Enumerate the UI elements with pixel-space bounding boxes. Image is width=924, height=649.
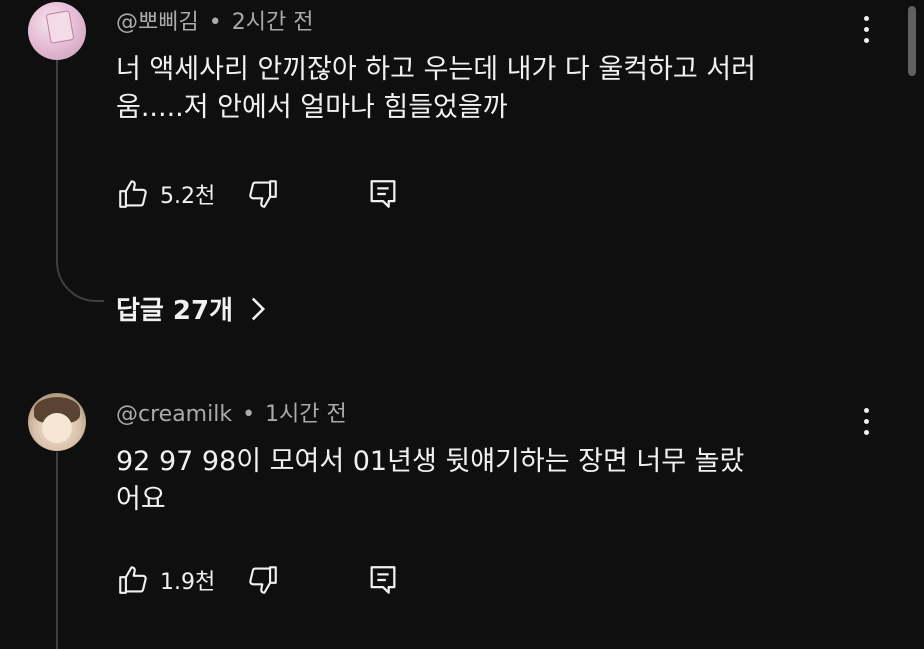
dislike-button[interactable] [246, 560, 280, 600]
thread-line [56, 60, 58, 264]
more-vertical-icon[interactable] [856, 404, 876, 440]
like-button[interactable]: 1.9천 [116, 560, 215, 600]
comment-text-line: 움.....저 안에서 얼마나 힘들었을까 [116, 92, 508, 123]
comment-meta: @creamilk • 1시간 전 [116, 396, 347, 428]
thumbs-down-icon [249, 566, 277, 594]
comment-text: 너 액세사리 안끼잖아 하고 우는데 내가 다 울컥하고 서러 움.....저 … [116, 51, 856, 127]
comments-section: @뽀삐김 • 2시간 전 너 액세사리 안끼잖아 하고 우는데 내가 다 울컥하고 … [0, 0, 924, 649]
scrollbar[interactable] [908, 6, 916, 76]
comment-author[interactable]: @creamilk [116, 402, 232, 427]
comment-text-line: 92 97 98이 모여서 01년생 뒷얘기하는 장면 너무 놀랐 [116, 446, 745, 477]
dislike-button[interactable] [246, 174, 280, 214]
like-count: 1.9천 [160, 570, 216, 595]
comment-text: 92 97 98이 모여서 01년생 뒷얘기하는 장면 너무 놀랐 어요 [116, 443, 856, 519]
thread-line [56, 452, 58, 649]
avatar[interactable] [28, 2, 86, 60]
like-count: 5.2천 [160, 184, 216, 209]
avatar[interactable] [28, 393, 86, 451]
avatar-image [45, 10, 75, 44]
reply-button[interactable] [366, 174, 400, 214]
thumbs-down-icon [249, 180, 277, 208]
reply-button[interactable] [366, 560, 400, 600]
view-replies-button[interactable]: 답글 27개 [116, 290, 267, 327]
comment-author[interactable]: @뽀삐김 [116, 10, 199, 35]
comment-meta: @뽀삐김 • 2시간 전 [116, 4, 313, 36]
comment-text-line: 너 액세사리 안끼잖아 하고 우는데 내가 다 울컥하고 서러 [116, 54, 756, 85]
avatar-image [42, 413, 72, 443]
reply-comment-icon [370, 566, 396, 594]
thread-curve [56, 262, 104, 302]
replies-label: 답글 27개 [116, 296, 233, 326]
thumbs-up-icon [119, 180, 147, 208]
thumbs-up-icon [119, 566, 147, 594]
separator-dot: • [208, 10, 222, 35]
comment-text-line: 어요 [116, 484, 166, 515]
chevron-right-icon [251, 297, 266, 320]
comment-time: 1시간 전 [265, 402, 347, 427]
reply-comment-icon [370, 180, 396, 208]
separator-dot: • [242, 402, 256, 427]
more-vertical-icon[interactable] [856, 12, 876, 48]
comment-time: 2시간 전 [231, 10, 314, 35]
like-button[interactable]: 5.2천 [116, 174, 215, 214]
